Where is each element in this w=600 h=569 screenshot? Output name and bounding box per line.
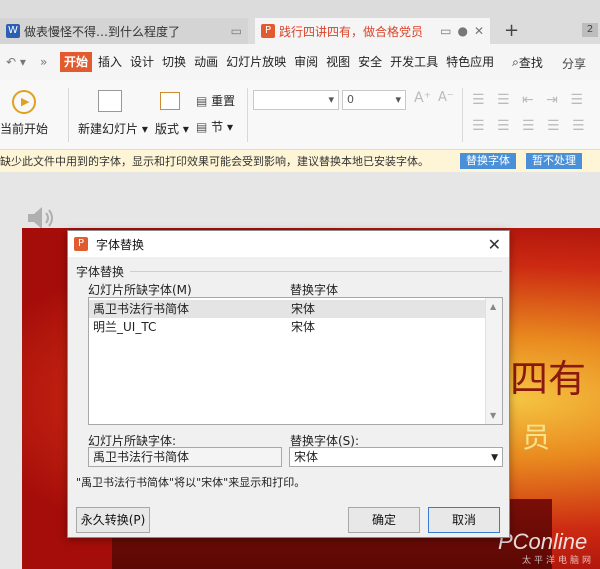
menu-view[interactable]: 视图 [322, 52, 354, 72]
new-slide-icon[interactable] [98, 90, 122, 112]
list-icons[interactable]: ☰ ☰ ⇤ ⇥ ☰ [472, 92, 587, 108]
bulb-icon[interactable]: ● [457, 24, 467, 38]
permanent-convert-button[interactable]: 永久转换(P) [76, 507, 150, 533]
ok-button[interactable]: 确定 [348, 507, 420, 533]
monitor-icon[interactable]: ▭ [231, 24, 242, 38]
list-item[interactable]: 明兰_UI_TC 宋体 [89, 318, 485, 336]
tab-bar: W 做表慢怪不得…到什么程度了 ▭ P 践行四讲四有，做合格党员 ▭ ● ✕ +… [0, 0, 600, 44]
slide-subtitle-fragment: 员 [522, 421, 551, 454]
watermark-subtitle: 太平洋电脑网 [522, 556, 595, 566]
cancel-button[interactable]: 取消 [428, 507, 500, 533]
scrollbar[interactable]: ▲ ▼ [485, 298, 502, 424]
group-label: 字体替换 [76, 265, 125, 279]
watermark-logo: PConline [498, 529, 588, 554]
menu-security[interactable]: 安全 [354, 52, 386, 72]
shrink-font-icon[interactable]: A⁻ [438, 90, 454, 105]
tab-title: 做表慢怪不得…到什么程度了 [24, 24, 181, 39]
play-from-current-button[interactable]: 当前开始 [0, 120, 48, 137]
ignore-button[interactable]: 暂不处理 [526, 153, 582, 169]
list-item[interactable]: 禹卫书法行书简体 宋体 [89, 300, 485, 318]
chevron-down-icon: ▼ [491, 453, 498, 463]
grow-font-icon[interactable]: A⁺ [414, 90, 431, 106]
menu-developer[interactable]: 开发工具 [386, 52, 442, 72]
reset-icon: ▤ [196, 94, 208, 108]
replace-font-select[interactable]: 宋体 ▼ [289, 447, 503, 467]
missing-font-field: 禹卫书法行书简体 [88, 447, 282, 467]
menu-home[interactable]: 开始 [60, 52, 93, 72]
font-size-combo[interactable]: 0 ▾ [342, 90, 406, 110]
missing-font-notice: 缺少此文件中用到的字体，显示和打印效果可能会受到影响，建议替换本地已安装字体。 … [0, 150, 600, 172]
column-header-missing: 幻灯片所缺字体(M) [88, 283, 192, 297]
slide-title-fragment: 四有 [510, 357, 587, 401]
scroll-up-icon[interactable]: ▲ [490, 302, 496, 311]
new-tab-icon[interactable]: + [504, 20, 519, 41]
ribbon: ▶ 当前开始 新建幻灯片 ▾ 版式 ▾ ▤ 重置 ▤ 节 ▾ ▾ 0 ▾ A⁺ A… [0, 80, 600, 211]
reset-button[interactable]: ▤ 重置 [196, 92, 235, 109]
search-label: 查找 [518, 55, 543, 70]
font-name-combo[interactable]: ▾ [253, 90, 339, 110]
layout-button[interactable]: 版式 ▾ [155, 120, 189, 137]
menu-insert[interactable]: 插入 [94, 52, 126, 72]
align-icons[interactable]: ☰ ☰ ☰ ☰ ☰ [472, 118, 589, 134]
tab-document-1[interactable]: W 做表慢怪不得…到什么程度了 ▭ [0, 18, 248, 44]
search-icon: ⌕ [512, 54, 519, 69]
font-replace-dialog: P 字体替换 ✕ 字体替换 幻灯片所缺字体(M) 替换字体 禹卫书法行书简体 宋… [67, 230, 510, 538]
menu-transition[interactable]: 切换 [158, 52, 190, 72]
info-text: "禹卫书法行书简体"将以"宋体"来显示和打印。 [76, 476, 306, 489]
replace-font-button[interactable]: 替换字体 [460, 153, 516, 169]
wps-logo-icon: P [74, 237, 88, 251]
menu-design[interactable]: 设计 [126, 52, 158, 72]
close-icon[interactable]: ✕ [488, 235, 501, 254]
column-header-replace: 替换字体 [290, 283, 339, 297]
share-button[interactable]: 分享 [562, 55, 586, 72]
ribbon-divider [462, 88, 463, 142]
dialog-titlebar: P 字体替换 ✕ [68, 231, 509, 257]
notice-message: 缺少此文件中用到的字体，显示和打印效果可能会受到影响，建议替换本地已安装字体。 [0, 155, 429, 168]
section-button[interactable]: ▤ 节 ▾ [196, 118, 233, 135]
close-tab-icon[interactable]: ✕ [474, 24, 484, 38]
menu-review[interactable]: 审阅 [290, 52, 322, 72]
ppt-doc-icon: P [261, 24, 275, 38]
scroll-down-icon[interactable]: ▼ [490, 411, 496, 420]
play-icon[interactable]: ▶ [12, 90, 36, 114]
section-icon: ▤ [196, 120, 208, 134]
tab-title: 践行四讲四有，做合格党员 [279, 24, 424, 39]
window-count-badge[interactable]: 2 [582, 23, 598, 37]
layout-icon[interactable] [160, 92, 180, 110]
monitor-icon[interactable]: ▭ [440, 24, 451, 38]
word-doc-icon: W [6, 24, 20, 38]
ribbon-divider [68, 88, 69, 142]
dialog-title: 字体替换 [96, 237, 145, 252]
menu-animation[interactable]: 动画 [190, 52, 222, 72]
ribbon-divider [247, 88, 248, 142]
more-icon[interactable]: » [40, 55, 60, 69]
undo-icon[interactable]: ↶ ▾ [0, 55, 40, 69]
search-button[interactable]: ⌕ 查找 [512, 54, 543, 71]
menu-bar: ↶ ▾ » 开始 插入 设计 切换 动画 幻灯片放映 审阅 视图 安全 开发工具… [0, 44, 600, 80]
tab-document-2[interactable]: P 践行四讲四有，做合格党员 ▭ ● ✕ [255, 18, 490, 44]
menu-features[interactable]: 特色应用 [442, 52, 498, 72]
menu-slideshow[interactable]: 幻灯片放映 [222, 52, 290, 72]
group-divider [130, 271, 502, 272]
new-slide-button[interactable]: 新建幻灯片 ▾ [78, 120, 148, 137]
font-list[interactable]: 禹卫书法行书简体 宋体 明兰_UI_TC 宋体 ▲ ▼ [88, 297, 503, 425]
